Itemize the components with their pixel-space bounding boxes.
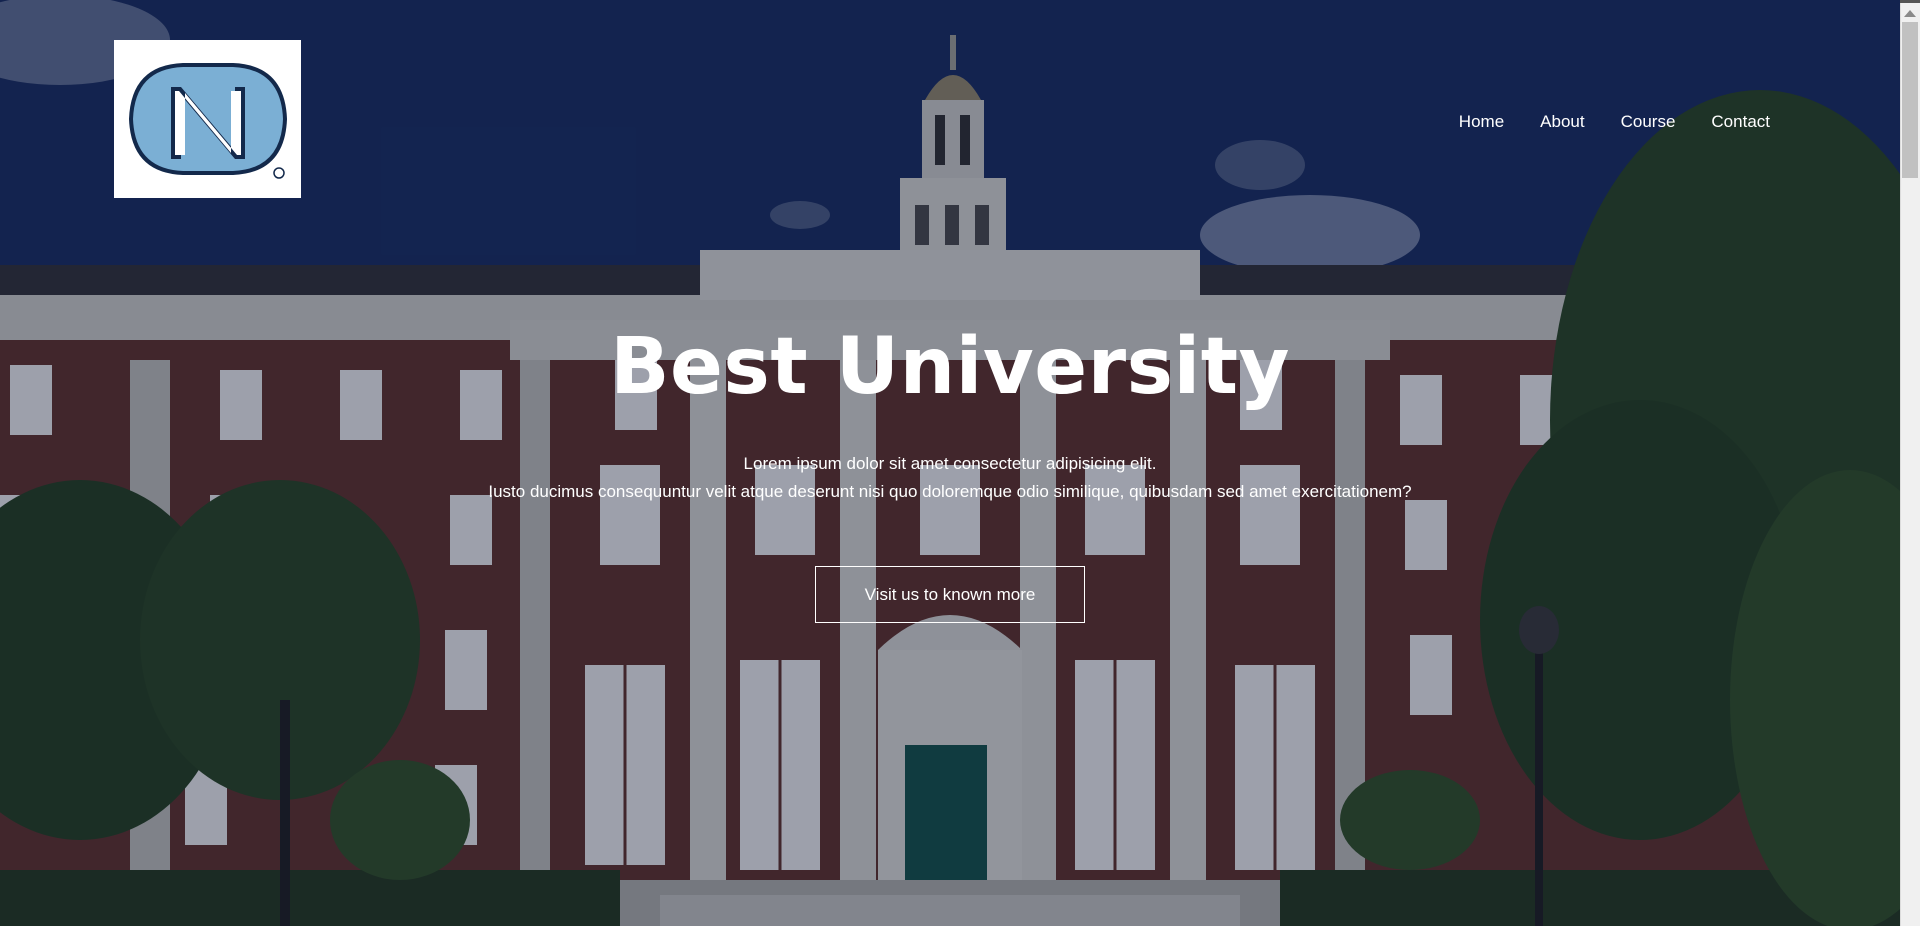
scroll-up-arrow-icon[interactable] (1904, 10, 1916, 17)
hero-description: Lorem ipsum dolor sit amet consectetur a… (0, 450, 1900, 506)
hero-content: Best University Lorem ipsum dolor sit am… (0, 0, 1900, 926)
scrollbar-thumb[interactable] (1902, 22, 1918, 178)
hero-description-line-2: Iusto ducimus consequuntur velit atque d… (488, 482, 1412, 501)
hero-section: Home About Course Contact Best Universit… (0, 0, 1920, 926)
hero-title: Best University (610, 322, 1290, 412)
visit-us-button[interactable]: Visit us to known more (815, 566, 1085, 623)
hero-description-line-1: Lorem ipsum dolor sit amet consectetur a… (743, 454, 1157, 473)
